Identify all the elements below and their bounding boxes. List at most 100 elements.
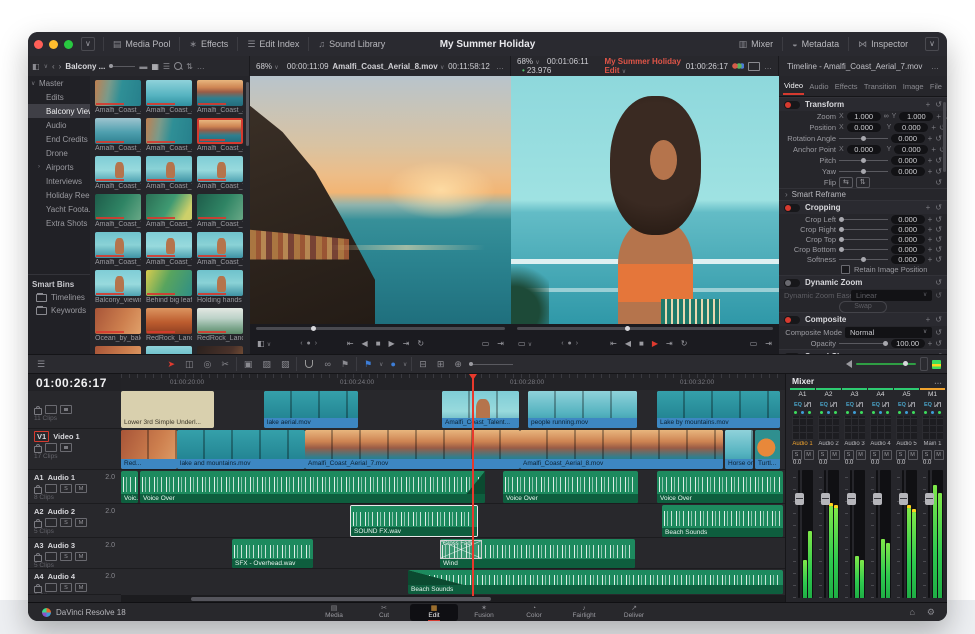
- add-keyframe-icon[interactable]: +: [926, 100, 931, 109]
- timeline-clip[interactable]: lake aerial.mov: [264, 391, 358, 428]
- zoom-x-value[interactable]: 1.000: [847, 112, 881, 121]
- source-clip-name[interactable]: Amalfi_Coast_Aerial_8.mov: [332, 62, 437, 71]
- media-clip[interactable]: Amalfi_Coast_Aeri...: [146, 80, 192, 114]
- strip-mute-button[interactable]: M: [830, 450, 840, 460]
- cropping-enable-toggle[interactable]: [784, 204, 800, 212]
- fullscreen-viewer-icon[interactable]: [748, 62, 760, 71]
- chevron-down-icon[interactable]: ∨: [440, 65, 444, 71]
- auto-select-icon[interactable]: [45, 484, 57, 493]
- playhead[interactable]: [472, 374, 474, 596]
- step-back-button[interactable]: ◀: [359, 339, 371, 348]
- replace-clip-icon[interactable]: ▧: [278, 359, 293, 370]
- sidebar-bin-item[interactable]: Holiday Reel: [28, 188, 90, 202]
- timeline-clip[interactable]: Voice Over: [140, 471, 485, 503]
- page-tab[interactable]: ▦ Edit: [410, 604, 458, 621]
- inspector-tab[interactable]: Video: [783, 78, 804, 95]
- source-scrubber[interactable]: [256, 327, 505, 330]
- media-clip[interactable]: Amalfi_Coast_Aeri...: [95, 80, 141, 114]
- opacity-value[interactable]: 100.00: [891, 339, 925, 348]
- clip-thumbnail[interactable]: [95, 194, 141, 220]
- strip-mute-button[interactable]: M: [934, 450, 944, 460]
- viewer-size-icon[interactable]: ◧ ∨: [254, 339, 274, 348]
- reset-icon[interactable]: ↺: [935, 315, 942, 324]
- timeline-clip[interactable]: Horse on th...: [725, 430, 753, 469]
- clip-thumbnail[interactable]: [197, 194, 243, 220]
- strip-solo-button[interactable]: S: [922, 450, 932, 460]
- page-tab[interactable]: ✶ Fusion: [460, 604, 508, 621]
- sound-library-toggle[interactable]: ♫ Sound Library: [309, 32, 394, 56]
- smart-bin-item[interactable]: Timelines: [28, 291, 90, 304]
- strip-solo-button[interactable]: S: [818, 450, 828, 460]
- timeline-clip[interactable]: Beach Sounds: [662, 505, 783, 537]
- dim-audio-button[interactable]: [920, 357, 928, 371]
- clip-thumbnail[interactable]: [197, 80, 243, 106]
- crop-value[interactable]: 0.000: [891, 245, 925, 254]
- timeline-clip[interactable]: Lake by mountains.mov: [657, 391, 780, 428]
- timeline-scrubber[interactable]: [517, 327, 773, 330]
- zoom-y-value[interactable]: 1.000: [899, 112, 933, 121]
- chevron-down-icon[interactable]: ∨: [379, 361, 383, 368]
- timeline-clip[interactable]: Turtl...: [755, 430, 780, 469]
- solo-button[interactable]: S: [60, 484, 72, 493]
- reset-icon[interactable]: ↺: [935, 156, 942, 165]
- timeline-clip[interactable]: people running.mov: [528, 391, 637, 428]
- add-keyframe-icon[interactable]: +: [931, 123, 936, 132]
- track-header[interactable]: A3 Audio 3 2.0 S M 5 Clips: [28, 538, 121, 569]
- overwrite-clip-icon[interactable]: ▨: [259, 359, 274, 370]
- track-monitor-icon[interactable]: [60, 443, 72, 452]
- track-lock-icon[interactable]: [34, 487, 42, 494]
- loop-button[interactable]: ↻: [678, 339, 691, 348]
- sort-icon[interactable]: ⇅: [186, 62, 193, 71]
- reset-icon[interactable]: ↺: [935, 291, 942, 300]
- viewer-size-icon[interactable]: ▭ ∨: [515, 339, 535, 348]
- track-header[interactable]: V1 Video 1 S M 17 Clips: [28, 429, 121, 470]
- media-clip[interactable]: Amalfi_Coast_Tale...: [95, 194, 141, 228]
- custom-zoom-icon[interactable]: ⊕: [451, 359, 465, 370]
- clip-thumbnail[interactable]: [146, 194, 192, 220]
- timeline-clip[interactable]: Red...: [121, 430, 177, 469]
- media-clip[interactable]: RedRock_Landsca...: [146, 308, 192, 342]
- trim-edit-mode-icon[interactable]: ◫: [182, 359, 197, 370]
- swap-button[interactable]: Swap: [839, 301, 887, 313]
- composite-mode-dropdown[interactable]: Normal ∨: [845, 327, 932, 338]
- track-badge[interactable]: V1: [34, 431, 49, 442]
- add-keyframe-icon[interactable]: +: [936, 112, 941, 121]
- window-menu-chevron-icon[interactable]: ∨: [81, 37, 95, 51]
- clip-thumbnail[interactable]: [95, 118, 141, 144]
- inspector-tab[interactable]: Effects: [834, 79, 859, 94]
- clip-thumbnail[interactable]: [197, 232, 243, 258]
- pan-dots[interactable]: [920, 409, 945, 415]
- timeline-view-options-icon[interactable]: ☰: [34, 359, 48, 370]
- insert-clip-icon[interactable]: ▣: [241, 359, 256, 370]
- go-to-end-button[interactable]: ⇥: [400, 339, 413, 348]
- scrollbar-thumb[interactable]: [191, 597, 491, 601]
- flag-clip-icon[interactable]: ⚑: [361, 359, 375, 370]
- timeline-clip[interactable]: SOUND FX.wav: [350, 505, 478, 537]
- track-name[interactable]: Audio 2: [48, 507, 76, 516]
- reset-icon[interactable]: ↺: [935, 235, 942, 244]
- reset-icon[interactable]: ↺: [935, 134, 942, 143]
- clip-thumbnail[interactable]: [95, 232, 141, 258]
- reset-icon[interactable]: ↺: [935, 255, 942, 264]
- pan-dots[interactable]: [842, 409, 867, 415]
- add-keyframe-icon[interactable]: +: [928, 255, 933, 264]
- snapping-magnet-icon[interactable]: [305, 360, 313, 368]
- dynamic-trim-mode-icon[interactable]: ◎: [201, 359, 215, 370]
- sidebar-bin-item[interactable]: Balcony View: [28, 104, 90, 118]
- add-keyframe-icon[interactable]: +: [928, 167, 933, 176]
- project-manager-home-icon[interactable]: ⌂: [909, 607, 914, 618]
- add-keyframe-icon[interactable]: +: [928, 245, 933, 254]
- playhead-marker[interactable]: [469, 374, 477, 380]
- go-to-end-button[interactable]: ⇥: [663, 339, 676, 348]
- panel-layout-icon[interactable]: ◧: [32, 62, 40, 71]
- strip-mute-button[interactable]: M: [804, 450, 814, 460]
- track-header[interactable]: S M 11 Clips: [28, 391, 121, 429]
- eq-control[interactable]: EQ: [816, 400, 841, 409]
- clip-thumbnail[interactable]: [95, 308, 141, 334]
- mixer-strip[interactable]: A1 EQ Audio 1 S M 0.0: [790, 388, 815, 598]
- pan-dots[interactable]: [894, 409, 919, 415]
- source-zoom-level[interactable]: 68%: [256, 62, 272, 71]
- page-tab[interactable]: ▤ Media: [310, 604, 358, 621]
- timeline-clip[interactable]: Amalfi_Coast_Aerial_7.mov: [305, 430, 520, 469]
- clip-thumbnail[interactable]: [95, 80, 141, 106]
